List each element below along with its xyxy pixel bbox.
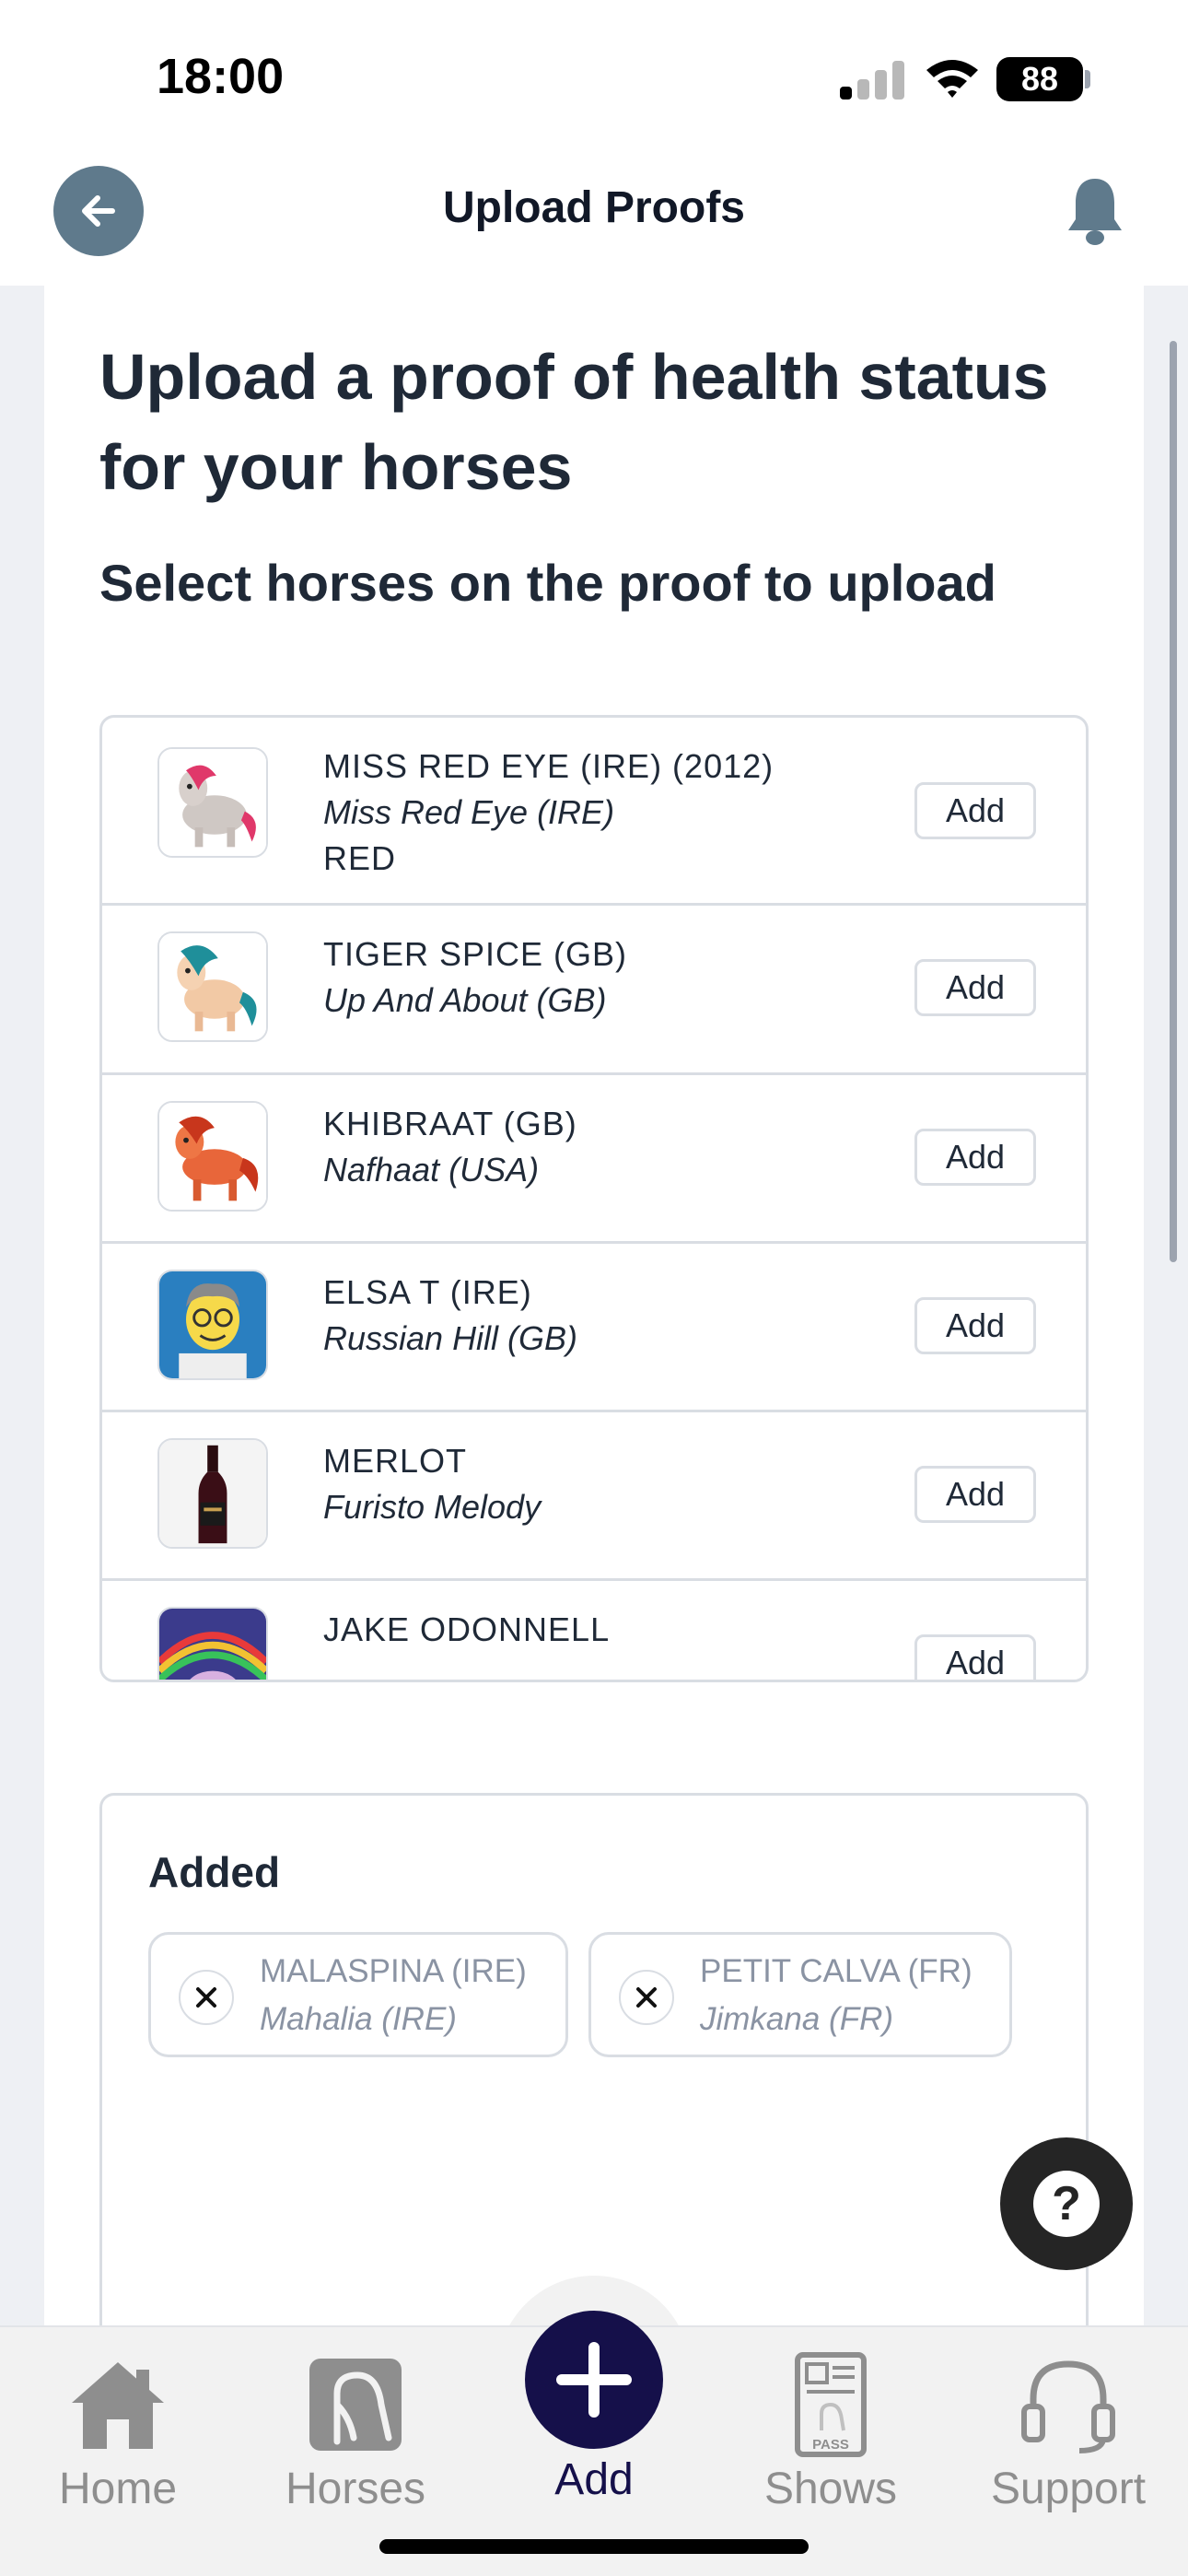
chip-horse-sire: Mahalia (IRE) [260,2001,457,2037]
add-button[interactable]: Add [914,1297,1036,1354]
tab-support[interactable]: Support [967,2349,1170,2534]
status-time: 18:00 [157,49,285,104]
remove-button[interactable] [619,1970,674,2025]
cartoon-pony-red-mane-icon [157,747,268,858]
horse-row: ELSA T (IRE) Russian Hill (GB) Add [102,1244,1086,1412]
horse-info: KHIBRAAT (GB) Nafhaat (USA) [323,1101,577,1193]
horse-sire: Russian Hill (GB) [323,1319,578,1357]
tab-add-button[interactable] [525,2311,663,2449]
horse-row: JAKE ODONNELL Add [102,1581,1086,1680]
wifi-icon [926,60,978,98]
add-button[interactable]: Add [914,782,1036,839]
horse-sire: Furisto Melody [323,1488,542,1526]
horse-sire: Miss Red Eye (IRE) [323,793,615,831]
chip-horse-name: PETIT CALVA (FR) [700,1953,973,1989]
horse-sire: Nafhaat (USA) [323,1151,540,1188]
battery-icon: 88 [996,57,1083,101]
add-button[interactable]: Add [914,1129,1036,1186]
horse-info: MERLOT Furisto Melody [323,1438,541,1530]
horse-info: TIGER SPICE (GB) Up And About (GB) [323,931,627,1024]
horse-info: ELSA T (IRE) Russian Hill (GB) [323,1270,577,1362]
section-subheading: Select horses on the proof to upload [99,554,996,612]
house-icon [72,2362,164,2449]
header: Upload Proofs [0,157,1188,286]
cartoon-pony-teal-mane-icon [157,931,268,1042]
horse-sire: Up And About (GB) [323,981,607,1019]
close-icon [636,1987,657,2008]
pass-icon: PASS [795,2352,867,2457]
headset-icon [1021,2360,1115,2453]
bell-icon[interactable] [1065,175,1125,247]
tab-label-add[interactable]: Add [493,2454,695,2505]
pass-text: PASS [812,2437,849,2453]
chip-horse-name: MALASPINA (IRE) [260,1953,527,1989]
chip-text: PETIT CALVA (FR) Jimkana (FR) [700,1948,973,2043]
horse-row: TIGER SPICE (GB) Up And About (GB) Add [102,906,1086,1075]
horse-name: TIGER SPICE (GB) [323,935,628,973]
wine-bottle-icon [157,1438,268,1549]
horse-list[interactable]: MISS RED EYE (IRE) (2012) Miss Red Eye (… [99,715,1089,1682]
added-horse-chip: PETIT CALVA (FR) Jimkana (FR) [588,1932,1012,2057]
help-button[interactable]: ? [1000,2137,1133,2270]
tab-label: Shows [763,2465,898,2513]
tab-horses[interactable]: Horses [254,2349,457,2534]
cartoon-man-portrait-icon [157,1270,268,1380]
horse-name: MERLOT [323,1442,468,1480]
tab-label: Support [990,2465,1147,2513]
cellular-signal-icon [840,59,906,100]
remove-button[interactable] [179,1970,234,2025]
horse-icon [309,2359,402,2451]
home-indicator [379,2539,809,2554]
battery-tip [1085,70,1090,88]
close-icon [196,1987,216,2008]
status-bar: 18:00 88 [0,0,1188,157]
horse-row: MISS RED EYE (IRE) (2012) Miss Red Eye (… [102,718,1086,906]
tab-label: Home [58,2465,178,2513]
tab-label: Horses [285,2465,426,2513]
add-button[interactable]: Add [914,1634,1036,1680]
chip-horse-sire: Jimkana (FR) [700,2001,894,2037]
horse-row: KHIBRAAT (GB) Nafhaat (USA) Add [102,1075,1086,1244]
rainbow-unicorn-icon [157,1607,268,1680]
horse-name: MISS RED EYE (IRE) (2012) [323,747,775,785]
scrollbar[interactable] [1170,341,1177,1262]
horse-name: ELSA T (IRE) [323,1273,532,1311]
cartoon-pony-orange-icon [157,1101,268,1212]
horse-info: MISS RED EYE (IRE) (2012) Miss Red Eye (… [323,744,774,882]
added-title: Added [148,1848,281,1896]
horse-row: MERLOT Furisto Melody Add [102,1412,1086,1581]
plus-icon [556,2342,632,2418]
horse-extra: RED [323,839,397,877]
tab-shows[interactable]: PASS Shows [729,2349,932,2534]
added-horse-chip: MALASPINA (IRE) Mahalia (IRE) [148,1932,568,2057]
chip-text: MALASPINA (IRE) Mahalia (IRE) [260,1948,527,2043]
content-card: Upload a proof of health status for your… [44,286,1144,2438]
page-title: Upload Proofs [442,183,745,232]
add-button[interactable]: Add [914,1466,1036,1523]
horse-name: KHIBRAAT (GB) [323,1105,577,1142]
question-icon: ? [1033,2171,1100,2237]
tab-home[interactable]: Home [17,2349,219,2534]
add-button[interactable]: Add [914,959,1036,1016]
page-heading: Upload a proof of health status for your… [99,341,1049,503]
horse-info: JAKE ODONNELL [323,1607,610,1653]
horse-name: JAKE ODONNELL [323,1610,611,1648]
